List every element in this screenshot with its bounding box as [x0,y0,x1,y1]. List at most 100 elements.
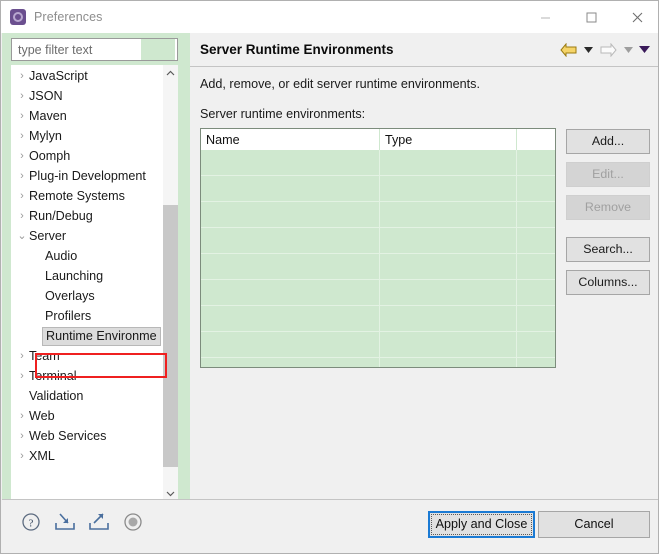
add-button[interactable]: Add... [566,129,650,154]
column-header-type[interactable]: Type [380,129,517,150]
sidebar-item-label: Team [29,348,60,363]
table-row[interactable] [201,202,555,228]
sidebar-item-team[interactable]: › Team [11,346,163,366]
filter-box[interactable] [11,38,178,61]
minimize-icon[interactable] [522,1,568,33]
page-navigation [557,40,651,60]
sidebar-item-xml[interactable]: › XML [11,446,163,466]
sidebar-item-profilers[interactable]: Profilers [11,306,163,326]
sidebar-item-web-services[interactable]: › Web Services [11,426,163,446]
column-header-name[interactable]: Name [201,129,380,150]
table-row[interactable] [201,150,555,176]
table-label: Server runtime environments: [200,107,366,121]
table-row[interactable] [201,254,555,280]
table-cell [380,332,517,358]
search-button[interactable]: Search... [566,237,650,262]
sidebar-item-label: Web Services [29,428,107,443]
tree-scroll-thumb[interactable] [163,205,178,467]
table-cell [517,202,555,228]
sidebar-item-oomph[interactable]: › Oomph [11,146,163,166]
chevron-right-icon[interactable]: › [15,350,29,362]
chevron-right-icon[interactable]: › [15,110,29,122]
preference-page: Server Runtime Environments Add, remove,… [190,33,658,499]
chevron-down-icon[interactable]: ⌄ [15,230,29,242]
close-icon[interactable] [614,1,658,33]
maximize-icon[interactable] [568,1,614,33]
chevron-right-icon[interactable]: › [15,370,29,382]
back-dropdown-chevron-down-icon[interactable] [581,40,595,60]
sidebar-item-terminal[interactable]: › Terminal [11,366,163,386]
sidebar-item-launching[interactable]: Launching [11,266,163,286]
chevron-right-icon[interactable]: › [15,170,29,182]
search-input[interactable] [16,40,141,59]
sidebar-item-web[interactable]: › Web [11,406,163,426]
chevron-right-icon[interactable]: › [15,70,29,82]
forward-dropdown-chevron-down-icon [621,40,635,60]
sidebar-item-server[interactable]: ⌄ Server [11,226,163,246]
sidebar-item-mylyn[interactable]: › Mylyn [11,126,163,146]
chevron-right-icon[interactable]: › [15,190,29,202]
record-icon[interactable] [121,510,145,534]
sidebar-item-label: Remote Systems [29,188,125,203]
sidebar-item-plug-in-development[interactable]: › Plug-in Development [11,166,163,186]
forward-arrow-icon [597,40,619,60]
table-cell [201,150,380,176]
page-menu-chevron-down-icon[interactable] [637,40,651,60]
table-cell [201,358,380,367]
chevron-right-icon[interactable]: › [15,430,29,442]
chevron-right-icon[interactable]: › [15,130,29,142]
sidebar-item-label: JSON [29,88,63,103]
page-header: Server Runtime Environments [190,33,658,67]
chevron-right-icon[interactable]: › [15,90,29,102]
sidebar-item-remote-systems[interactable]: › Remote Systems [11,186,163,206]
sidebar-item-javascript[interactable]: › JavaScript [11,66,163,86]
sidebar-item-overlays[interactable]: Overlays [11,286,163,306]
sidebar-item-runtime-environme[interactable]: Runtime Environme [11,326,163,346]
sidebar-item-label: Runtime Environme [42,326,161,346]
page-title: Server Runtime Environments [200,42,394,57]
chevron-up-icon[interactable] [163,65,178,81]
columns-button[interactable]: Columns... [566,270,650,295]
sidebar-item-audio[interactable]: Audio [11,246,163,266]
sidebar-item-run-debug[interactable]: › Run/Debug [11,206,163,226]
svg-text:?: ? [29,518,34,530]
chevron-right-icon[interactable]: › [15,150,29,162]
sidebar-item-label: Overlays [45,288,95,303]
table-cell [380,358,517,367]
sidebar-item-maven[interactable]: › Maven [11,106,163,126]
chevron-right-icon[interactable]: › [15,210,29,222]
sidebar-item-label: Oomph [29,148,71,163]
back-arrow-icon[interactable] [557,40,579,60]
sidebar-item-label: Plug-in Development [29,168,146,183]
window-title: Preferences [34,10,103,24]
sidebar-item-label: Maven [29,108,67,123]
sidebar-item-validation[interactable]: Validation [11,386,163,406]
tree-vertical-scrollbar[interactable] [163,65,178,501]
table-row[interactable] [201,176,555,202]
table-row[interactable] [201,280,555,306]
help-icon[interactable]: ? [19,510,43,534]
runtime-environments-table[interactable]: Name Type [200,128,556,368]
table-cell [517,358,555,367]
edit-button: Edit... [566,162,650,187]
table-cell [517,176,555,202]
table-row[interactable] [201,332,555,358]
apply-and-close-button[interactable]: Apply and Close [428,511,535,538]
table-row[interactable] [201,228,555,254]
sidebar-item-json[interactable]: › JSON [11,86,163,106]
table-cell [517,332,555,358]
sidebar-item-label: Run/Debug [29,208,93,223]
table-row[interactable] [201,306,555,332]
preferences-tree[interactable]: › JavaScript › JSON › Maven › Mylyn › Oomph › Plug-… [11,65,178,501]
table-cell [380,176,517,202]
chevron-right-icon[interactable]: › [15,410,29,422]
export-icon[interactable] [87,510,111,534]
table-cell [380,254,517,280]
table-cell [201,202,380,228]
column-header-extra[interactable] [517,129,555,150]
import-icon[interactable] [53,510,77,534]
table-cell [517,280,555,306]
chevron-right-icon[interactable]: › [15,450,29,462]
table-row[interactable] [201,358,555,367]
cancel-button[interactable]: Cancel [538,511,650,538]
